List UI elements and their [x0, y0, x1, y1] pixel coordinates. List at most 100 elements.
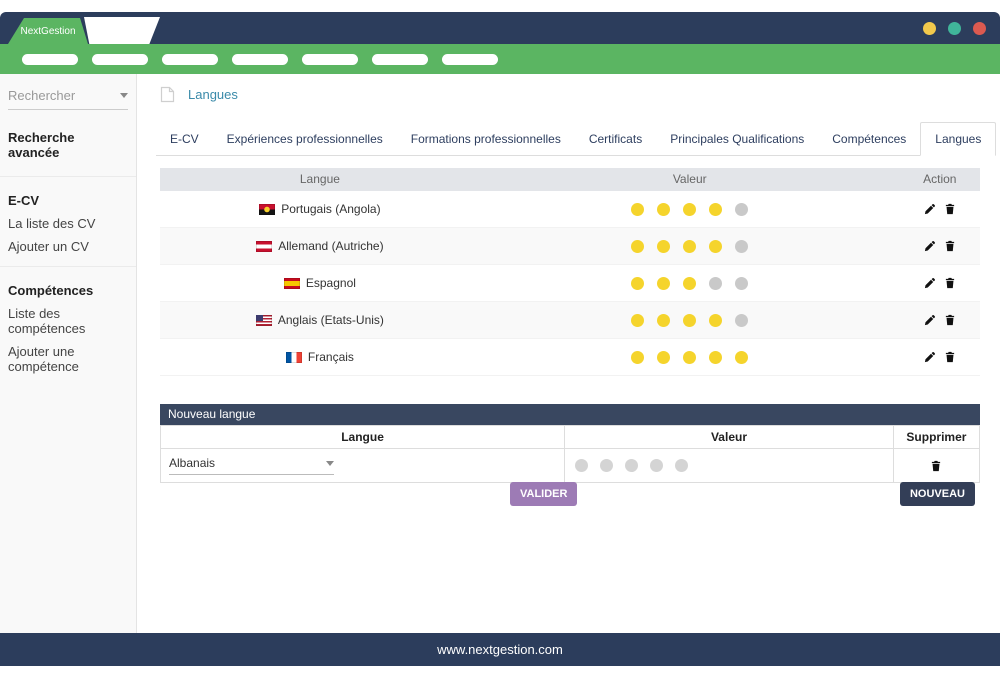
rating-dot: [709, 240, 722, 253]
tab-qualifications[interactable]: Principales Qualifications: [656, 123, 818, 155]
tab-langues[interactable]: Langues: [920, 122, 996, 156]
rating-dot: [683, 314, 696, 327]
validate-button[interactable]: VALIDER: [510, 482, 577, 506]
column-header-valeur: Valeur: [565, 426, 894, 448]
column-header-valeur: Valeur: [480, 168, 900, 191]
languages-table: Langue Valeur Action Portugais (Angola): [160, 168, 980, 376]
sidebar-item-cv-add[interactable]: Ajouter un CV: [0, 235, 136, 258]
action-cell: [900, 314, 980, 326]
delete-icon[interactable]: [944, 277, 956, 289]
tab-certificats[interactable]: Certificats: [575, 123, 656, 155]
rating: [480, 203, 900, 216]
close-dot-icon[interactable]: [973, 22, 986, 35]
sidebar-divider: [0, 176, 136, 177]
tab-ecv[interactable]: E-CV: [156, 123, 213, 155]
rating: [480, 277, 900, 290]
brand-name: NextGestion: [20, 26, 75, 37]
tab-permis[interactable]: Permis de circulation: [996, 123, 1000, 155]
language-name: Espagnol: [306, 276, 356, 290]
angola-flag-icon: [259, 204, 275, 215]
table-row: Français: [160, 339, 980, 376]
rating-dot[interactable]: [675, 459, 688, 472]
edit-icon[interactable]: [924, 314, 936, 326]
minimize-dot-icon[interactable]: [923, 22, 936, 35]
rating: [480, 351, 900, 364]
rating-dot: [735, 203, 748, 216]
nav-menu-item[interactable]: [372, 54, 428, 65]
language-name: Français: [308, 350, 354, 364]
search-select[interactable]: Rechercher: [8, 88, 128, 110]
delete-icon[interactable]: [944, 240, 956, 252]
new-language-row: Albanais: [161, 448, 979, 482]
language-cell: Anglais (Etats-Unis): [160, 313, 480, 327]
language-cell: Espagnol: [160, 276, 480, 290]
rating-dot: [735, 240, 748, 253]
rating-dot[interactable]: [600, 459, 613, 472]
tab-bar: E-CV Expériences professionnelles Format…: [156, 122, 988, 156]
nav-menu-item[interactable]: [92, 54, 148, 65]
column-header-langue: Langue: [160, 168, 480, 191]
sidebar-item-advanced-search[interactable]: Recherche avancée: [0, 122, 136, 168]
rating-dot: [735, 351, 748, 364]
rating-dot: [709, 351, 722, 364]
main-content: Langues E-CV Expériences professionnelle…: [138, 74, 1000, 633]
nav-menu-item[interactable]: [232, 54, 288, 65]
new-language-header: Langue Valeur Supprimer: [161, 426, 979, 448]
window-controls: [923, 22, 986, 35]
rating-dot[interactable]: [575, 459, 588, 472]
brand-logo[interactable]: NextGestion: [8, 18, 88, 44]
language-name: Portugais (Angola): [281, 202, 380, 216]
app-window: NextGestion Rechercher Recherche avancée…: [0, 0, 1000, 679]
nav-menu-item[interactable]: [302, 54, 358, 65]
new-language-panel-title: Nouveau langue: [160, 404, 980, 425]
rating-dot[interactable]: [625, 459, 638, 472]
language-select-cell: Albanais: [161, 449, 565, 482]
spain-flag-icon: [284, 278, 300, 289]
table-row: Portugais (Angola): [160, 191, 980, 228]
menu-items: [22, 54, 498, 65]
main-menu-bar: [0, 44, 1000, 74]
edit-icon[interactable]: [924, 277, 936, 289]
column-header-supprimer: Supprimer: [894, 426, 979, 448]
language-select[interactable]: Albanais: [169, 456, 334, 475]
delete-icon[interactable]: [944, 314, 956, 326]
sidebar-item-competence-list[interactable]: Liste des compétences: [0, 302, 136, 340]
rating-dot: [683, 277, 696, 290]
maximize-dot-icon[interactable]: [948, 22, 961, 35]
search-placeholder: Rechercher: [8, 88, 75, 103]
rating: [480, 314, 900, 327]
tab-competences[interactable]: Compétences: [818, 123, 920, 155]
rating-dot: [683, 351, 696, 364]
delete-icon[interactable]: [944, 203, 956, 215]
rating-dot: [735, 277, 748, 290]
rating-dot: [657, 351, 670, 364]
edit-icon[interactable]: [924, 240, 936, 252]
table-row: Anglais (Etats-Unis): [160, 302, 980, 339]
new-button[interactable]: NOUVEAU: [900, 482, 975, 506]
chevron-down-icon: [120, 93, 128, 98]
nav-menu-item[interactable]: [22, 54, 78, 65]
rating-dot: [631, 277, 644, 290]
rating-dot: [657, 277, 670, 290]
page-title: Langues: [160, 86, 238, 103]
delete-icon[interactable]: [930, 460, 942, 472]
tab-formations[interactable]: Formations professionnelles: [397, 123, 575, 155]
rating-dot[interactable]: [650, 459, 663, 472]
edit-icon[interactable]: [924, 351, 936, 363]
edit-icon[interactable]: [924, 203, 936, 215]
language-cell: Portugais (Angola): [160, 202, 480, 216]
sidebar-section-ecv: E-CV: [0, 185, 136, 212]
sidebar-item-cv-list[interactable]: La liste des CV: [0, 212, 136, 235]
delete-icon[interactable]: [944, 351, 956, 363]
action-cell: [900, 240, 980, 252]
page-title-text: Langues: [188, 87, 238, 102]
rating-dot: [657, 203, 670, 216]
tab-experiences[interactable]: Expériences professionnelles: [213, 123, 397, 155]
table-row: Espagnol: [160, 265, 980, 302]
action-cell: [900, 277, 980, 289]
footer: www.nextgestion.com: [0, 633, 1000, 666]
austria-flag-icon: [256, 241, 272, 252]
nav-menu-item[interactable]: [162, 54, 218, 65]
nav-menu-item[interactable]: [442, 54, 498, 65]
sidebar-item-competence-add[interactable]: Ajouter une compétence: [0, 340, 136, 378]
